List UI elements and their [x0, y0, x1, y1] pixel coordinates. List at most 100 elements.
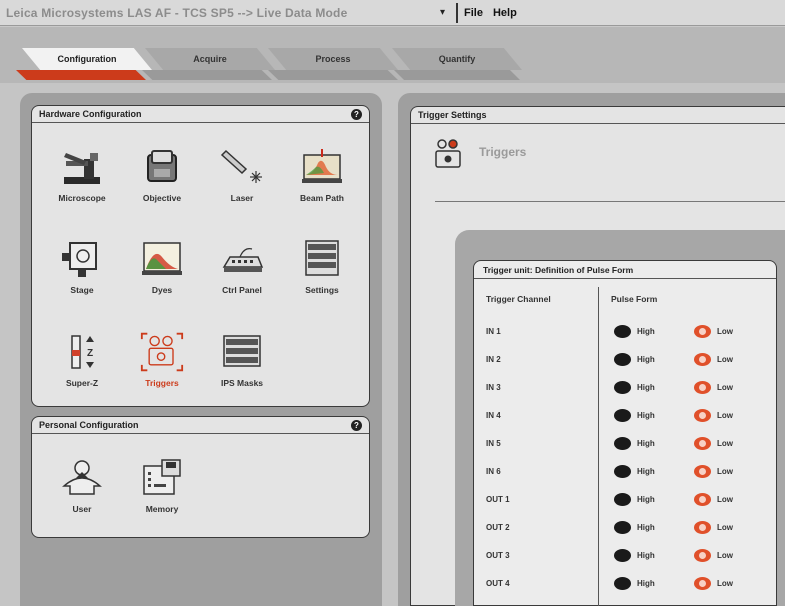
low-label: Low [717, 438, 733, 448]
radio-checked-icon [694, 548, 711, 562]
low-radio[interactable]: Low [694, 520, 733, 534]
hardware-triggers[interactable]: Triggers [126, 326, 198, 398]
high-radio[interactable]: High [614, 324, 655, 338]
high-radio[interactable]: High [614, 492, 655, 506]
trigger-channel-header: Trigger Channel [486, 294, 551, 304]
channel-label: IN 4 [486, 410, 501, 420]
high-label: High [637, 354, 655, 364]
hardware-configuration-title: Hardware Configuration [39, 109, 142, 119]
high-radio[interactable]: High [614, 436, 655, 450]
tab-acquire[interactable]: Acquire [145, 48, 275, 70]
hardware-stage[interactable]: Stage [46, 233, 118, 305]
high-radio[interactable]: High [614, 408, 655, 422]
ips-masks-icon [220, 332, 264, 372]
tab-process[interactable]: Process [268, 48, 398, 70]
trigger-row: OUT 2 High Low [474, 517, 774, 537]
radio-unchecked-icon [614, 548, 631, 562]
high-radio[interactable]: High [614, 548, 655, 562]
tab-strip: Configuration Acquire Process Quantify [0, 27, 785, 83]
hardware-settings[interactable]: Settings [286, 233, 358, 305]
high-label: High [637, 522, 655, 532]
low-radio[interactable]: Low [694, 324, 733, 338]
menu-file[interactable]: File [464, 7, 483, 19]
triggers-icon [140, 332, 184, 372]
high-label: High [637, 326, 655, 336]
low-label: Low [717, 578, 733, 588]
high-radio[interactable]: High [614, 464, 655, 478]
high-radio[interactable]: High [614, 380, 655, 394]
high-label: High [637, 466, 655, 476]
high-label: High [637, 438, 655, 448]
hardware-beam-path-label: Beam Path [300, 193, 344, 203]
tab-configuration-indicator [16, 70, 146, 80]
low-radio[interactable]: Low [694, 380, 733, 394]
high-radio[interactable]: High [614, 520, 655, 534]
personal-configuration-panel: Personal Configuration ? User Memory [31, 416, 370, 538]
trigger-row: IN 4 High Low [474, 405, 774, 425]
menu-help[interactable]: Help [493, 7, 517, 19]
hardware-objective-label: Objective [142, 193, 182, 203]
svg-text:Z: Z [87, 348, 93, 359]
tab-quantify-indicator [394, 70, 520, 80]
radio-checked-icon [694, 464, 711, 478]
low-label: Low [717, 494, 733, 504]
tab-process-indicator [268, 70, 398, 80]
trigger-row: IN 5 High Low [474, 433, 774, 453]
settings-icon [300, 239, 344, 279]
high-label: High [637, 382, 655, 392]
low-label: Low [717, 466, 733, 476]
low-radio[interactable]: Low [694, 464, 733, 478]
trigger-row: IN 1 High Low [474, 321, 774, 341]
high-radio[interactable]: High [614, 576, 655, 590]
hardware-ctrl-panel-label: Ctrl Panel [222, 285, 262, 295]
hardware-objective[interactable]: Objective [126, 141, 198, 213]
window-menu-dropdown[interactable]: ▾ [440, 7, 456, 18]
hardware-ips-masks-label: IPS Masks [220, 378, 264, 388]
tab-quantify[interactable]: Quantify [392, 48, 522, 70]
low-label: Low [717, 382, 733, 392]
radio-unchecked-icon [614, 324, 631, 338]
hardware-ips-masks[interactable]: IPS Masks [206, 326, 278, 398]
low-radio[interactable]: Low [694, 548, 733, 562]
low-label: Low [717, 550, 733, 560]
low-radio[interactable]: Low [694, 576, 733, 590]
hardware-ctrl-panel[interactable]: Ctrl Panel [206, 233, 278, 305]
low-label: Low [717, 522, 733, 532]
triggers-heading-group: Triggers [431, 137, 526, 176]
low-radio[interactable]: Low [694, 408, 733, 422]
radio-unchecked-icon [614, 520, 631, 534]
personal-user[interactable]: User [46, 452, 118, 524]
personal-memory-label: Memory [145, 504, 179, 514]
hardware-settings-label: Settings [305, 285, 339, 295]
channel-label: IN 6 [486, 466, 501, 476]
high-radio[interactable]: High [614, 352, 655, 366]
laser-icon [220, 147, 264, 187]
high-label: High [637, 578, 655, 588]
low-radio[interactable]: Low [694, 436, 733, 450]
stage-icon [60, 239, 104, 279]
trigger-row: OUT 3 High Low [474, 545, 774, 565]
personal-memory[interactable]: Memory [126, 452, 198, 524]
trigger-row: OUT 4 High Low [474, 573, 774, 593]
high-label: High [637, 410, 655, 420]
hardware-laser[interactable]: Laser [206, 141, 278, 213]
low-label: Low [717, 354, 733, 364]
radio-checked-icon [694, 576, 711, 590]
hardware-beam-path[interactable]: Beam Path [286, 141, 358, 213]
hardware-dyes[interactable]: Dyes [126, 233, 198, 305]
beam-path-icon [300, 147, 344, 187]
tab-configuration[interactable]: Configuration [22, 48, 152, 70]
radio-unchecked-icon [614, 352, 631, 366]
pulse-form-panel: Trigger unit: Definition of Pulse Form T… [473, 260, 777, 606]
hardware-super-z[interactable]: Z Super-Z [46, 326, 118, 398]
trigger-row: IN 2 High Low [474, 349, 774, 369]
radio-unchecked-icon [614, 576, 631, 590]
hardware-microscope[interactable]: Microscope [46, 141, 118, 213]
channel-label: OUT 2 [486, 522, 510, 532]
low-radio[interactable]: Low [694, 492, 733, 506]
tab-acquire-indicator [142, 70, 272, 80]
help-icon[interactable]: ? [351, 108, 362, 120]
low-radio[interactable]: Low [694, 352, 733, 366]
divider [435, 201, 785, 202]
help-icon[interactable]: ? [351, 419, 362, 431]
